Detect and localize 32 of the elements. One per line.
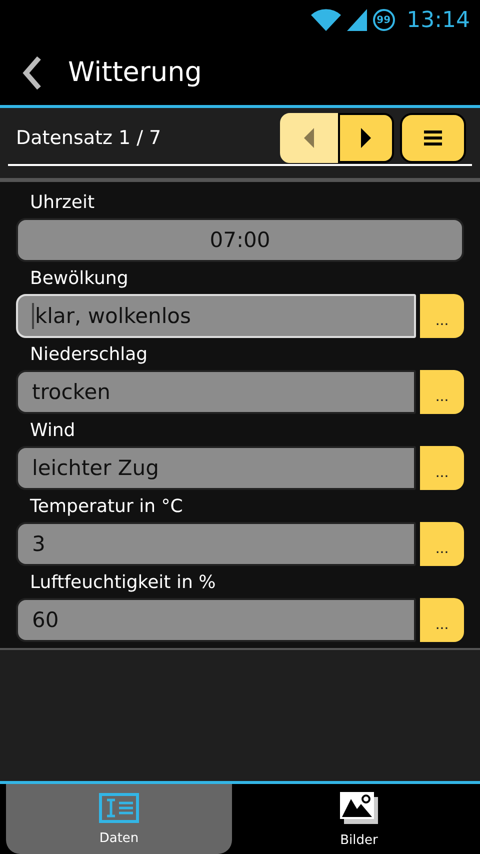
choose-button[interactable]: ... — [420, 446, 464, 490]
input-field[interactable]: leichter Zug — [16, 446, 416, 490]
wifi-icon — [310, 9, 341, 31]
choose-button[interactable]: ... — [420, 598, 464, 642]
menu-icon — [424, 130, 442, 146]
choose-button[interactable]: ... — [420, 370, 464, 414]
input-field[interactable]: 60 — [16, 598, 416, 642]
next-button[interactable] — [338, 113, 394, 163]
menu-button[interactable] — [400, 113, 466, 163]
field-label: Luftfeuchtigkeit in % — [30, 572, 217, 593]
notification-badge: 99 — [372, 9, 395, 31]
text-form-icon — [99, 792, 139, 822]
field-label: Bewölkung — [30, 268, 130, 289]
right-arrow-icon — [361, 128, 371, 148]
input-field[interactable]: 3 — [16, 522, 416, 566]
record-counter: Datensatz 1 / 7 — [16, 127, 162, 149]
choose-button[interactable]: ... — [420, 294, 464, 338]
tab[interactable]: Daten — [6, 784, 232, 854]
input-field[interactable]: klar, wolkenlos — [16, 294, 416, 338]
back-icon[interactable] — [22, 56, 42, 90]
field-label: Temperatur in °C — [30, 496, 184, 517]
image-icon — [339, 790, 379, 824]
left-arrow-icon — [304, 128, 314, 148]
input-field[interactable]: 07:00 — [16, 218, 464, 262]
input-field[interactable]: trocken — [16, 370, 416, 414]
field-label: Wind — [30, 420, 76, 441]
choose-button[interactable]: ... — [420, 522, 464, 566]
field-label: Uhrzeit — [30, 192, 96, 213]
status-time: 13:14 — [406, 8, 470, 32]
screen-title: Witterung — [68, 57, 202, 88]
signal-icon — [346, 9, 367, 31]
field-label: Niederschlag — [30, 344, 149, 365]
